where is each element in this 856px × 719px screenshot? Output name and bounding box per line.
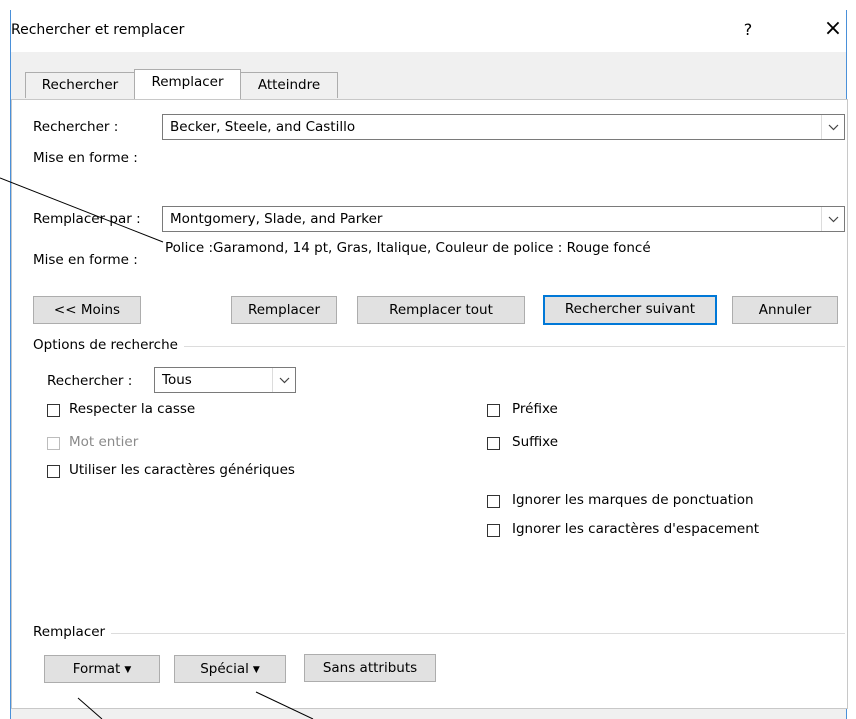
prefix-label[interactable]: Préfixe xyxy=(512,401,558,417)
format-button-label: Format xyxy=(72,661,121,677)
find-format-label: Mise en forme : xyxy=(33,150,138,166)
no-formatting-button[interactable]: Sans attributs xyxy=(304,654,436,682)
caret-down-icon: ▼ xyxy=(252,665,260,675)
suffix-label[interactable]: Suffixe xyxy=(512,434,558,450)
replace-divider xyxy=(33,633,845,634)
whole-word-label: Mot entier xyxy=(69,434,139,450)
replace-all-button[interactable]: Remplacer tout xyxy=(357,296,525,324)
less-button[interactable]: << Moins xyxy=(33,296,141,324)
replace-button[interactable]: Remplacer xyxy=(231,296,337,324)
cancel-button[interactable]: Annuler xyxy=(732,296,838,324)
replace-label: Remplacer par : xyxy=(33,211,141,227)
match-case-checkbox[interactable] xyxy=(47,404,60,417)
find-what-combobox[interactable]: Becker, Steele, and Castillo xyxy=(162,114,845,140)
replace-with-combobox[interactable]: Montgomery, Slade, and Parker xyxy=(162,206,845,232)
replace-with-value[interactable]: Montgomery, Slade, and Parker xyxy=(170,211,382,227)
ignore-punctuation-checkbox[interactable] xyxy=(487,495,500,508)
ignore-whitespace-label[interactable]: Ignorer les caractères d'espacement xyxy=(512,521,759,537)
search-options-title: Options de recherche xyxy=(33,337,184,353)
chevron-down-icon[interactable] xyxy=(272,368,295,392)
wildcards-checkbox[interactable] xyxy=(47,465,60,478)
chevron-down-icon[interactable] xyxy=(821,115,844,139)
search-direction-select[interactable]: Tous xyxy=(154,367,296,393)
prefix-checkbox[interactable] xyxy=(487,404,500,417)
search-direction-label: Rechercher : xyxy=(47,373,133,389)
replace-format-value: Police :Garamond, 14 pt, Gras, Italique,… xyxy=(165,240,651,256)
ignore-punctuation-label[interactable]: Ignorer les marques de ponctuation xyxy=(512,492,754,508)
replace-format-label: Mise en forme : xyxy=(33,252,138,268)
chevron-down-icon[interactable] xyxy=(821,207,844,231)
wildcards-label[interactable]: Utiliser les caractères génériques xyxy=(69,462,295,478)
suffix-checkbox[interactable] xyxy=(487,437,500,450)
replace-group-title: Remplacer xyxy=(33,624,112,640)
find-what-value[interactable]: Becker, Steele, and Castillo xyxy=(170,119,355,135)
ignore-whitespace-checkbox[interactable] xyxy=(487,524,500,537)
caret-down-icon: ▼ xyxy=(124,665,132,675)
format-button[interactable]: Format ▼ xyxy=(44,655,160,683)
special-button-label: Spécial xyxy=(200,661,249,677)
find-next-button[interactable]: Rechercher suivant xyxy=(543,295,717,325)
find-label: Rechercher : xyxy=(33,119,119,135)
match-case-label[interactable]: Respecter la casse xyxy=(69,401,195,417)
whole-word-checkbox xyxy=(47,437,60,450)
special-button[interactable]: Spécial ▼ xyxy=(174,655,286,683)
search-direction-value[interactable]: Tous xyxy=(162,372,192,388)
